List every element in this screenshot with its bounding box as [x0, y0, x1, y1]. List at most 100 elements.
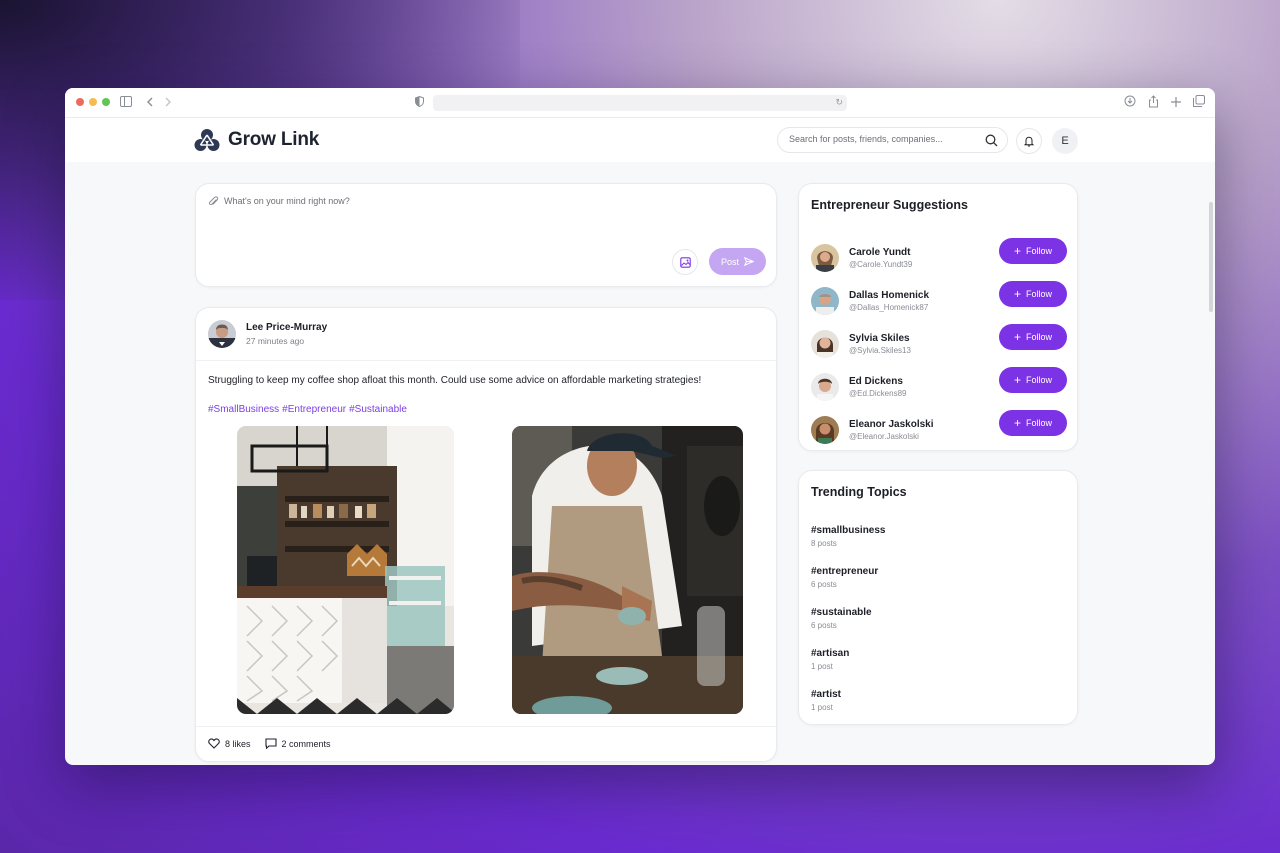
hashtag-link[interactable]: #Sustainable	[349, 404, 407, 415]
post-photo-coffee-shop[interactable]	[237, 426, 454, 714]
trending-tag[interactable]: #entrepreneur	[811, 566, 885, 577]
follow-button[interactable]: + Follow	[999, 238, 1067, 264]
trending-count: 6 posts	[811, 621, 837, 630]
hashtag-link[interactable]: #Entrepreneur	[282, 404, 346, 415]
suggestion-name[interactable]: Eleanor Jaskolski	[849, 419, 934, 430]
suggestion-handle: @Eleanor.Jaskolski	[849, 431, 919, 441]
search-icon[interactable]	[985, 134, 998, 147]
composer-input[interactable]	[224, 196, 744, 236]
post-actions-divider	[196, 726, 776, 727]
send-icon	[744, 257, 754, 266]
suggestion-avatar[interactable]	[811, 415, 839, 444]
search-box[interactable]	[777, 127, 1008, 153]
post-button[interactable]: Post	[709, 248, 766, 275]
new-tab-icon[interactable]	[1168, 95, 1184, 111]
trending-count: 6 posts	[811, 580, 837, 589]
post-composer: Post	[195, 183, 777, 287]
maximize-window-button[interactable]	[102, 98, 110, 106]
heart-icon	[208, 738, 220, 749]
trending-item[interactable]: #entrepreneur 6 posts	[811, 566, 885, 607]
author-avatar[interactable]	[208, 320, 236, 348]
suggestion-item: Sylvia Skiles @Sylvia.Skiles13 + Follow	[811, 322, 1067, 365]
suggestion-name[interactable]: Ed Dickens	[849, 376, 906, 387]
suggestion-avatar[interactable]	[811, 372, 839, 401]
trending-title: Trending Topics	[811, 485, 907, 499]
minimize-window-button[interactable]	[89, 98, 97, 106]
trending-tag[interactable]: #smallbusiness	[811, 525, 885, 536]
trending-list: #smallbusiness 8 posts #entrepreneur 6 p…	[811, 525, 885, 730]
trending-panel: Trending Topics #smallbusiness 8 posts #…	[798, 470, 1078, 725]
trending-tag[interactable]: #sustainable	[811, 607, 885, 618]
post-text: Struggling to keep my coffee shop afloat…	[208, 375, 702, 386]
suggestion-avatar[interactable]	[811, 243, 839, 272]
trending-item[interactable]: #artisan 1 post	[811, 648, 885, 689]
plus-icon: +	[1013, 287, 1021, 301]
follow-button-label: Follow	[1026, 332, 1053, 342]
user-initial: E	[1061, 135, 1069, 147]
address-bar[interactable]: ↻	[433, 95, 847, 111]
suggestion-name[interactable]: Carole Yundt	[849, 247, 912, 258]
download-icon[interactable]	[1122, 95, 1138, 111]
plus-icon: +	[1013, 416, 1021, 430]
suggestion-avatar[interactable]	[811, 286, 839, 315]
suggestion-handle: @Sylvia.Skiles13	[849, 345, 911, 355]
trending-tag[interactable]: #artist	[811, 689, 885, 700]
browser-toolbar: ↻	[65, 88, 1215, 118]
comment-count: 2 comments	[281, 738, 331, 749]
suggestion-handle: @Dallas_Homenick87	[849, 302, 929, 312]
post-button-label: Post	[720, 256, 739, 267]
attach-image-button[interactable]	[672, 249, 698, 275]
trending-item[interactable]: #artist 1 post	[811, 689, 885, 730]
follow-button[interactable]: + Follow	[999, 410, 1067, 436]
suggestion-name[interactable]: Sylvia Skiles	[849, 333, 911, 344]
trending-item[interactable]: #sustainable 6 posts	[811, 607, 885, 648]
like-count: 8 likes	[225, 738, 251, 749]
paperclip-icon[interactable]	[208, 196, 220, 208]
follow-button-label: Follow	[1026, 375, 1053, 385]
suggestion-name[interactable]: Dallas Homenick	[849, 290, 929, 301]
logo[interactable]: Grow Link	[194, 128, 319, 152]
share-icon[interactable]	[1145, 95, 1161, 111]
hashtag-link[interactable]: #SmallBusiness	[208, 404, 279, 415]
suggestion-avatar[interactable]	[811, 329, 839, 358]
plus-icon: +	[1013, 330, 1021, 344]
forward-icon[interactable]	[160, 95, 176, 111]
follow-button-label: Follow	[1026, 289, 1053, 299]
close-window-button[interactable]	[76, 98, 84, 106]
comment-icon	[264, 738, 277, 749]
trending-item[interactable]: #smallbusiness 8 posts	[811, 525, 885, 566]
post-photo-barista[interactable]	[512, 426, 743, 714]
plus-icon: +	[1013, 373, 1021, 387]
like-button[interactable]: 8 likes	[208, 738, 251, 749]
reload-icon[interactable]: ↻	[835, 97, 843, 108]
author-name[interactable]: Lee Price-Murray	[246, 322, 327, 333]
search-input[interactable]	[789, 134, 979, 144]
trending-count: 1 post	[811, 662, 833, 671]
follow-button[interactable]: + Follow	[999, 281, 1067, 307]
app-name: Grow Link	[228, 129, 320, 150]
post-author[interactable]: Lee Price-Murray 27 minutes ago	[208, 320, 327, 348]
logo-icon	[194, 129, 220, 151]
bell-icon	[1024, 136, 1034, 147]
follow-button[interactable]: + Follow	[999, 367, 1067, 393]
window-controls	[76, 98, 110, 106]
follow-button[interactable]: + Follow	[999, 324, 1067, 350]
sidebar-toggle-icon[interactable]	[118, 95, 134, 111]
image-icon	[679, 256, 691, 268]
suggestion-handle: @Ed.Dickens89	[849, 388, 907, 398]
post-divider	[196, 360, 776, 361]
trending-count: 1 post	[811, 703, 833, 712]
feed-post: Lee Price-Murray 27 minutes ago Struggli…	[195, 307, 777, 762]
suggestions-list: Carole Yundt @Carole.Yundt39 + Follow Dal…	[811, 236, 1067, 451]
privacy-shield-icon[interactable]	[411, 95, 427, 111]
notifications-button[interactable]	[1016, 128, 1042, 154]
comment-button[interactable]: 2 comments	[264, 738, 331, 749]
browser-window: ↻ Grow Link Search for posts, friends, c…	[65, 88, 1215, 765]
user-avatar-button[interactable]: E	[1052, 128, 1078, 154]
page-scrollbar[interactable]	[1209, 202, 1213, 312]
back-icon[interactable]	[142, 95, 158, 111]
tab-overview-icon[interactable]	[1191, 95, 1207, 111]
post-actions: 8 likes 2 comments	[208, 738, 331, 749]
plus-icon: +	[1013, 244, 1021, 258]
trending-tag[interactable]: #artisan	[811, 648, 885, 659]
